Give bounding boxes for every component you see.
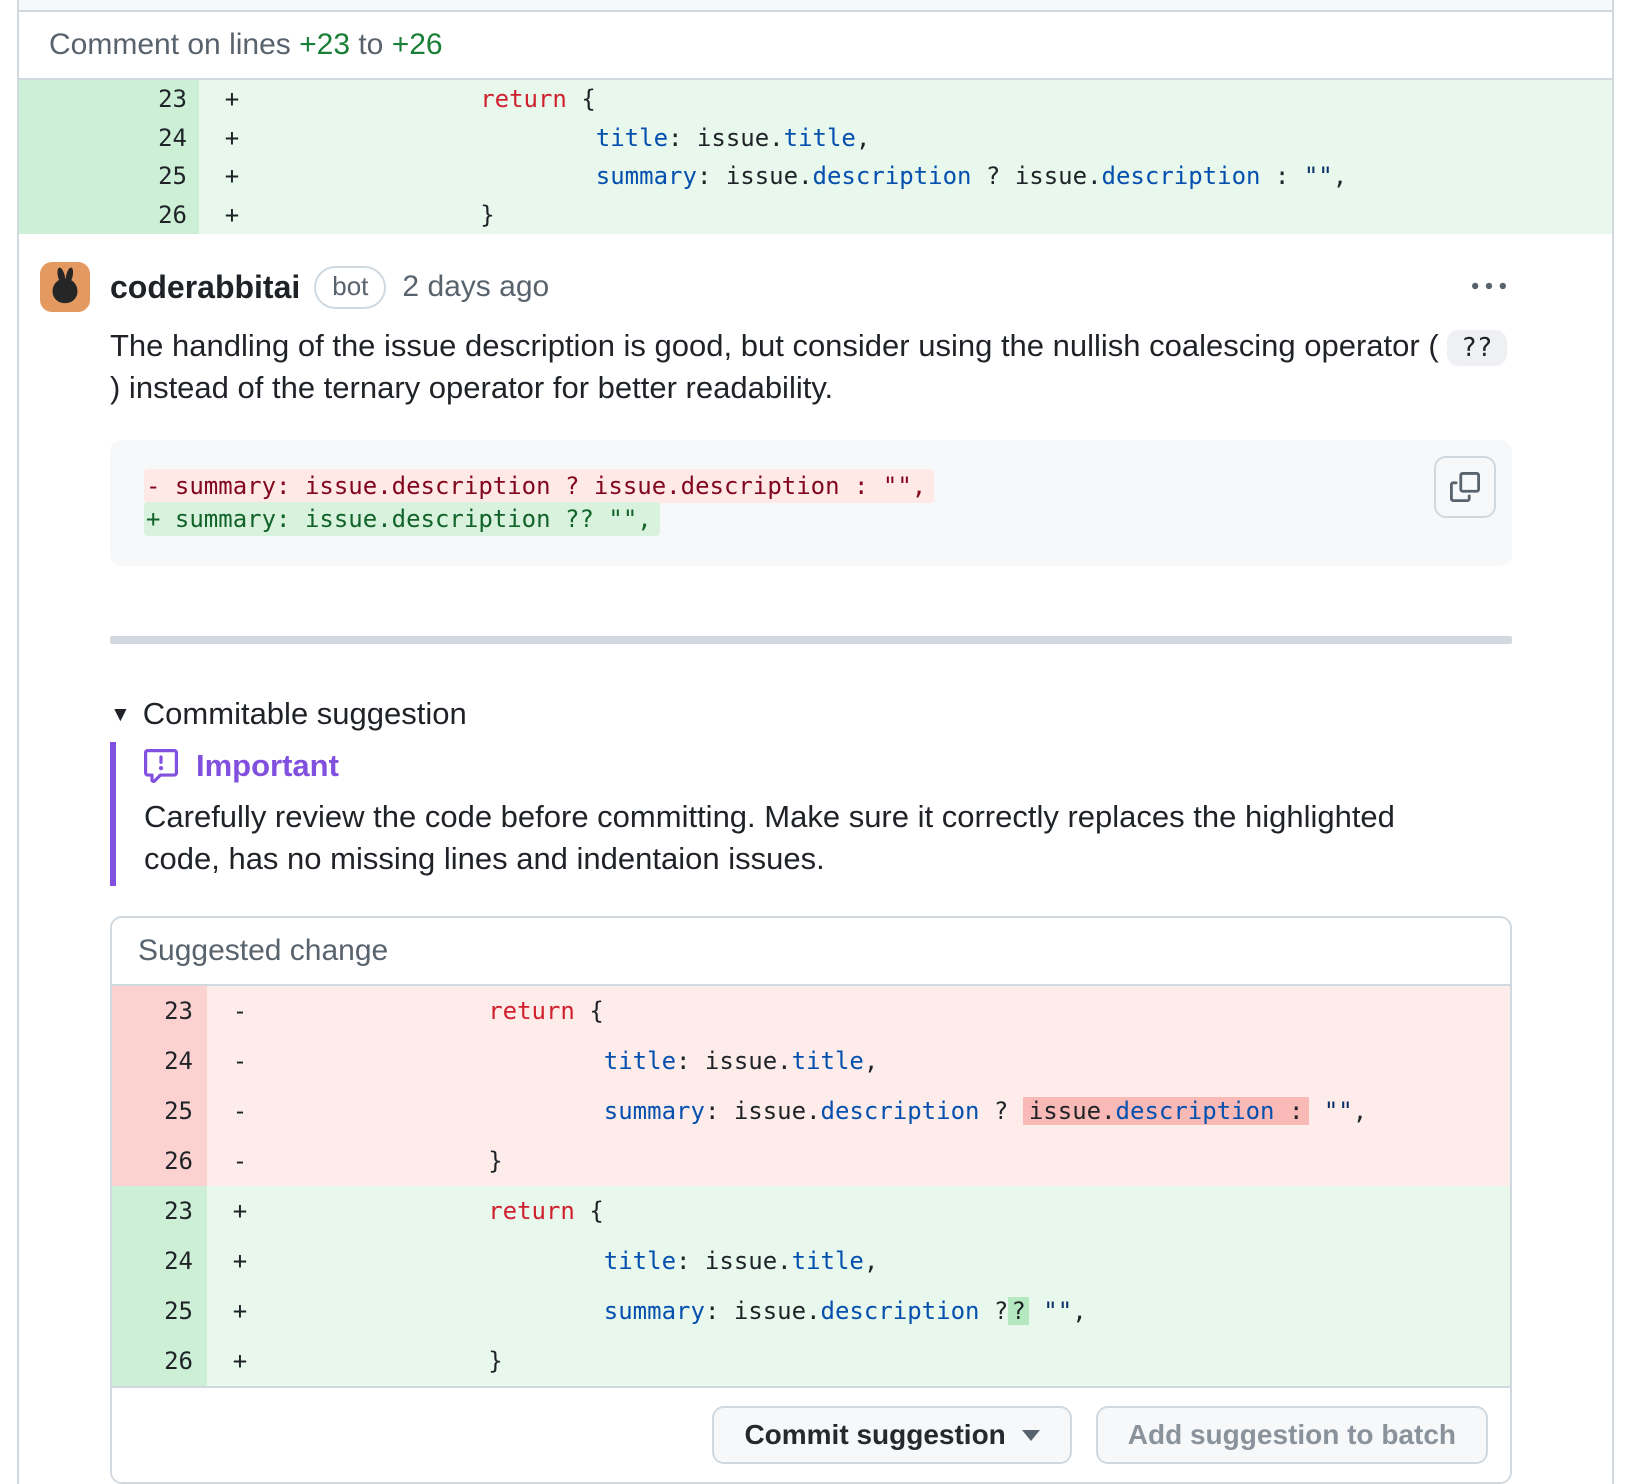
diff-row: 26 + } [19, 196, 1612, 235]
code-line: return { [249, 85, 1612, 113]
commit-suggestion-button[interactable]: Commit suggestion [712, 1406, 1071, 1464]
diff-row: 25 + summary: issue.description ?? "", [112, 1286, 1510, 1336]
code-line: return { [257, 1197, 1510, 1225]
line-ref-start: +23 [299, 28, 350, 62]
code-line: summary: issue.description ? issue.descr… [257, 1097, 1510, 1125]
suggested-change-title: Suggested change [112, 918, 1510, 986]
diff-row: 25 + summary: issue.description ? issue.… [19, 157, 1612, 196]
important-callout: Important Carefully review the code befo… [110, 742, 1512, 886]
code-line: summary: issue.description ?? "", [257, 1297, 1510, 1325]
commitable-suggestion-label: Commitable suggestion [143, 696, 467, 732]
bot-comment: coderabbitai bot 2 days ago The handling… [19, 234, 1612, 1484]
diff-marker: + [215, 201, 249, 229]
section-divider [110, 636, 1512, 644]
diff-row: 23 + return { [19, 80, 1612, 119]
diff-marker: + [223, 1347, 257, 1375]
line-number: 25 [112, 1086, 207, 1136]
diff-marker: - [223, 1147, 257, 1175]
diff-row: 24 - title: issue.title, [112, 1036, 1510, 1086]
code-line: } [257, 1347, 1510, 1375]
line-number: 23 [19, 80, 199, 119]
diff-row: 24 + title: issue.title, [19, 119, 1612, 158]
report-icon [144, 749, 178, 783]
kebab-horizontal-icon[interactable] [1466, 264, 1512, 310]
comment-paragraph: The handling of the issue description is… [110, 326, 1512, 408]
line-number: 26 [112, 1336, 207, 1386]
commitable-suggestion-details: ▼ Commitable suggestion Important Carefu… [110, 696, 1512, 1484]
comment-timestamp[interactable]: 2 days ago [402, 270, 549, 304]
inline-code-nullish-operator: ?? [1447, 330, 1506, 366]
code-line: } [257, 1147, 1510, 1175]
suggested-change-box: Suggested change 23 - return { 24 - [110, 916, 1512, 1484]
diff-marker: + [223, 1247, 257, 1275]
dropdown-caret-icon [1022, 1430, 1040, 1441]
line-number: 25 [19, 157, 199, 196]
suggested-change-additions: 23 + return { 24 + title: issue.title, [112, 1186, 1510, 1386]
comment-body: The handling of the issue description is… [110, 326, 1512, 1484]
code-line: title: issue.title, [257, 1047, 1510, 1075]
comment-lines-connector: to [350, 28, 392, 62]
line-ref-end: +26 [392, 28, 443, 62]
important-label: Important [196, 748, 339, 784]
line-number: 23 [112, 986, 207, 1036]
add-suggestion-to-batch-label: Add suggestion to batch [1128, 1419, 1456, 1451]
referenced-diff: 23 + return { 24 + title: issue.title, 2… [19, 80, 1612, 234]
diff-marker: + [223, 1197, 257, 1225]
chevron-down-icon: ▼ [110, 704, 131, 725]
diff-marker: - [223, 1047, 257, 1075]
diff-row: 26 + } [112, 1336, 1510, 1386]
suggested-change-footer: Commit suggestion Add suggestion to batc… [112, 1386, 1510, 1482]
suggestion-snippet-codeblock: - summary: issue.description ? issue.des… [110, 440, 1512, 566]
code-line: return { [257, 997, 1510, 1025]
bot-badge: bot [314, 266, 386, 309]
diff-marker: + [215, 85, 249, 113]
diff-marker: + [223, 1297, 257, 1325]
line-number: 26 [19, 196, 199, 235]
line-number: 26 [112, 1136, 207, 1186]
commit-suggestion-label: Commit suggestion [744, 1419, 1005, 1451]
diff-row: 24 + title: issue.title, [112, 1236, 1510, 1286]
diff-marker: + [215, 162, 249, 190]
code-line: summary: issue.description ? issue.descr… [249, 162, 1612, 190]
code-line: } [249, 201, 1612, 229]
commitable-suggestion-toggle[interactable]: ▼ Commitable suggestion [110, 696, 1512, 732]
comment-lines-header: Comment on lines +23 to +26 [19, 12, 1612, 80]
diff-row: 25 - summary: issue.description ? issue.… [112, 1086, 1510, 1136]
diff-marker: - [223, 997, 257, 1025]
line-number: 24 [112, 1236, 207, 1286]
important-text: Carefully review the code before committ… [144, 796, 1474, 880]
line-number: 23 [112, 1186, 207, 1236]
coderabbitai-rabbit-avatar[interactable] [40, 262, 90, 312]
file-header-remnant [19, 0, 1612, 12]
suggested-change-deletions: 23 - return { 24 - title: issue.title, [112, 986, 1510, 1186]
diff-marker: + [215, 124, 249, 152]
review-thread-container: Comment on lines +23 to +26 23 + return … [17, 0, 1614, 1484]
paragraph-text-after: ) instead of the ternary operator for be… [110, 370, 833, 405]
important-callout-title: Important [144, 744, 1512, 796]
line-number: 24 [19, 119, 199, 158]
rabbit-icon [42, 264, 88, 310]
copy-icon[interactable] [1434, 456, 1496, 518]
diff-row: 26 - } [112, 1136, 1510, 1186]
diff-row: 23 - return { [112, 986, 1510, 1036]
add-suggestion-to-batch-button[interactable]: Add suggestion to batch [1096, 1406, 1488, 1464]
snippet-addition-line: + summary: issue.description ?? "", [144, 503, 1478, 536]
comment-header: coderabbitai bot 2 days ago [40, 262, 1512, 312]
diff-row: 23 + return { [112, 1186, 1510, 1236]
line-number: 25 [112, 1286, 207, 1336]
paragraph-text-before: The handling of the issue description is… [110, 328, 1447, 363]
diff-marker: - [223, 1097, 257, 1125]
code-line: title: issue.title, [257, 1247, 1510, 1275]
code-line: title: issue.title, [249, 124, 1612, 152]
line-number: 24 [112, 1036, 207, 1086]
snippet-deletion-line: - summary: issue.description ? issue.des… [144, 470, 1478, 503]
comment-lines-prefix: Comment on lines [49, 28, 299, 62]
comment-author[interactable]: coderabbitai [110, 269, 300, 306]
